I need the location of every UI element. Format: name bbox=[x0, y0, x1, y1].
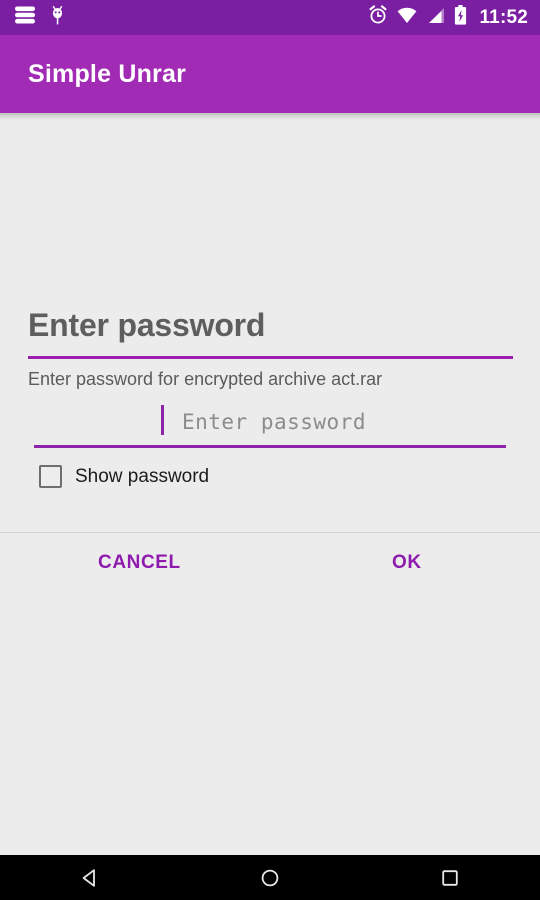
wifi-icon bbox=[397, 7, 417, 29]
back-button[interactable] bbox=[50, 855, 130, 900]
dialog-title: Enter password bbox=[28, 307, 266, 343]
text-caret bbox=[161, 405, 164, 435]
home-button[interactable] bbox=[230, 855, 310, 900]
alarm-clock-icon bbox=[368, 5, 388, 30]
status-bar-right-icons: 11:52 bbox=[368, 5, 528, 30]
cellular-signal-icon bbox=[426, 7, 445, 29]
show-password-label: Show password bbox=[75, 465, 210, 487]
recents-button[interactable] bbox=[410, 855, 490, 900]
notification-stack-icon bbox=[14, 6, 36, 29]
show-password-row[interactable]: Show password bbox=[39, 465, 209, 488]
ok-button[interactable]: OK bbox=[382, 544, 432, 582]
status-bar-clock: 11:52 bbox=[479, 6, 528, 28]
cancel-button[interactable]: CANCEL bbox=[88, 544, 191, 582]
password-field-wrapper[interactable]: Enter password bbox=[34, 400, 506, 448]
dialog-title-divider bbox=[28, 356, 513, 359]
navigation-bar bbox=[0, 855, 540, 900]
password-dialog: Enter password Enter password for encryp… bbox=[0, 120, 540, 855]
dialog-message: Enter password for encrypted archive act… bbox=[28, 369, 383, 389]
status-bar: 11:52 bbox=[0, 0, 540, 35]
phone-screen: 11:52 Simple Unrar Enter password Enter … bbox=[0, 0, 540, 900]
debug-bug-icon bbox=[50, 5, 65, 30]
password-input-underline bbox=[34, 445, 506, 448]
app-bar: Simple Unrar bbox=[0, 35, 540, 113]
show-password-checkbox[interactable] bbox=[39, 465, 62, 488]
app-title: Simple Unrar bbox=[28, 59, 187, 88]
status-bar-left-icons bbox=[14, 5, 65, 30]
dialog-button-bar: CANCEL OK bbox=[0, 533, 540, 593]
password-input[interactable]: Enter password bbox=[174, 410, 366, 434]
app-bar-shadow bbox=[0, 113, 540, 120]
battery-charging-icon bbox=[454, 5, 467, 30]
